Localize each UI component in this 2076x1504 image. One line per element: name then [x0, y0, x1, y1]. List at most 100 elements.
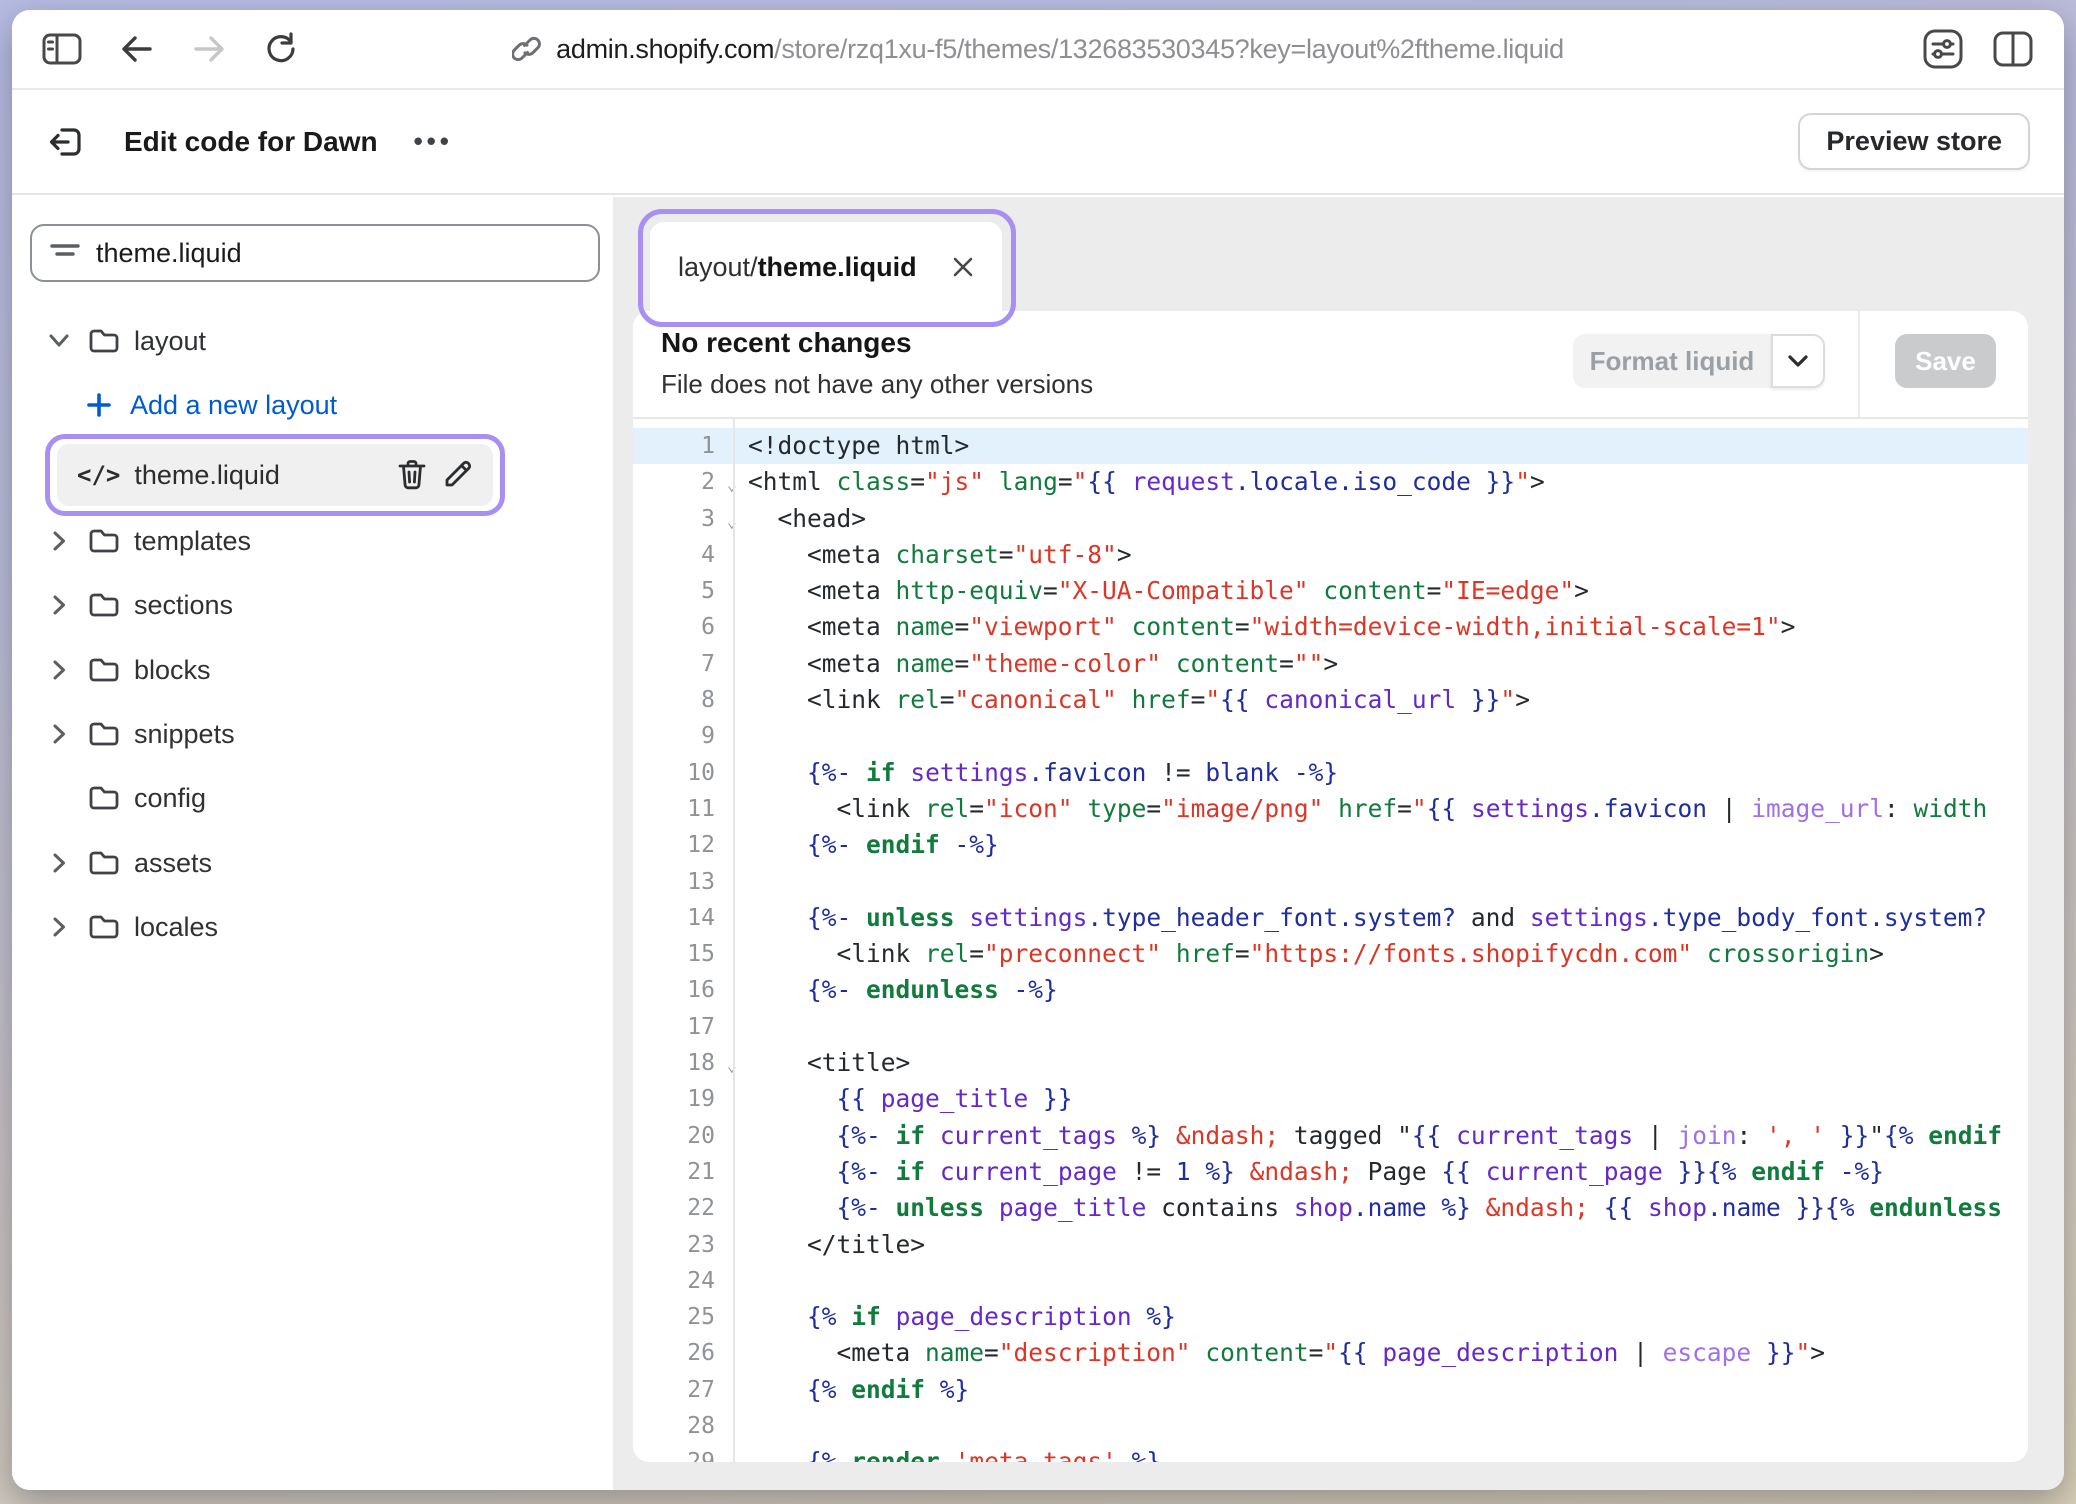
line-number: 13	[633, 864, 733, 900]
sidebar-item-assets[interactable]: assets	[12, 831, 601, 895]
sidebar-item-sections[interactable]: sections	[12, 573, 601, 637]
code-line-1[interactable]: 1<!doctype html>	[633, 428, 2028, 464]
code-text	[733, 1263, 2028, 1299]
delete-file-icon[interactable]	[397, 459, 427, 491]
add-new-layout-link[interactable]: Add a new layout	[12, 373, 601, 437]
code-line-8[interactable]: 8 <link rel="canonical" href="{{ canonic…	[633, 682, 2028, 718]
code-line-15[interactable]: 15 <link rel="preconnect" href="https://…	[633, 936, 2028, 972]
sidebar-item-blocks[interactable]: blocks	[12, 638, 601, 702]
fold-chevron-icon[interactable]: ⌄	[727, 467, 737, 503]
chevron-down-icon[interactable]	[44, 333, 74, 349]
chevron-right-icon[interactable]	[44, 851, 74, 875]
chevron-right-icon[interactable]	[44, 722, 74, 746]
forward-button-icon[interactable]	[192, 34, 226, 64]
code-editor[interactable]: 1<!doctype html>2⌄<html class="js" lang=…	[633, 419, 2028, 1462]
sidebar-item-theme-liquid[interactable]: </> theme.liquid	[57, 444, 493, 506]
chevron-right-icon[interactable]	[44, 658, 74, 682]
code-line-12[interactable]: 12 {%- endif -%}	[633, 827, 2028, 863]
app-header: Edit code for Dawn ••• Preview store	[12, 90, 2064, 195]
code-line-29[interactable]: 29 {% render 'meta-tags' %}	[633, 1444, 2028, 1462]
code-panel: No recent changes File does not have any…	[633, 311, 2028, 1462]
close-tab-icon[interactable]	[952, 256, 974, 278]
folder-icon	[88, 784, 120, 812]
save-button[interactable]: Save	[1895, 334, 1996, 388]
rename-file-icon[interactable]	[441, 459, 473, 491]
code-line-28[interactable]: 28	[633, 1408, 2028, 1444]
code-line-14[interactable]: 14 {%- unless settings.type_header_font.…	[633, 900, 2028, 936]
folder-icon	[88, 527, 120, 555]
file-search-value: theme.liquid	[96, 238, 242, 269]
line-number: 7	[633, 646, 733, 682]
line-number: 3⌄	[633, 501, 733, 537]
preview-store-button[interactable]: Preview store	[1798, 113, 2030, 170]
code-line-4[interactable]: 4 <meta charset="utf-8">	[633, 537, 2028, 573]
format-dropdown-button[interactable]	[1771, 334, 1825, 388]
line-number: 15	[633, 936, 733, 972]
code-text: <html class="js" lang="{{ request.locale…	[733, 464, 2028, 500]
code-line-26[interactable]: 26 <meta name="description" content="{{ …	[633, 1335, 2028, 1371]
code-text: <head>	[733, 501, 2028, 537]
line-number: 26	[633, 1335, 733, 1371]
exit-icon[interactable]	[46, 122, 86, 162]
code-line-19[interactable]: 19 {{ page_title }}	[633, 1081, 2028, 1117]
line-number: 24	[633, 1263, 733, 1299]
url-host: admin.shopify.com	[556, 34, 774, 64]
code-line-13[interactable]: 13	[633, 864, 2028, 900]
code-line-25[interactable]: 25 {% if page_description %}	[633, 1299, 2028, 1335]
line-number: 23	[633, 1227, 733, 1263]
code-line-18[interactable]: 18⌄ <title>	[633, 1045, 2028, 1081]
code-text: {% if page_description %}	[733, 1299, 2028, 1335]
address-bar[interactable]: admin.shopify.com/store/rzq1xu-f5/themes…	[462, 34, 1614, 65]
line-number: 1	[633, 428, 733, 464]
reload-button-icon[interactable]	[264, 32, 298, 66]
line-number: 10	[633, 755, 733, 791]
chevron-down-icon	[1787, 354, 1809, 368]
line-number: 2⌄	[633, 464, 733, 500]
code-line-16[interactable]: 16 {%- endunless -%}	[633, 972, 2028, 1008]
code-text: <meta name="theme-color" content="">	[733, 646, 2028, 682]
code-line-22[interactable]: 22 {%- unless page_title contains shop.n…	[633, 1190, 2028, 1226]
chevron-right-icon[interactable]	[44, 529, 74, 553]
code-text	[733, 864, 2028, 900]
sidebar-item-config[interactable]: config	[12, 766, 601, 830]
line-number: 9	[633, 718, 733, 754]
code-line-21[interactable]: 21 {%- if current_page != 1 %} &ndash; P…	[633, 1154, 2028, 1190]
more-actions-button[interactable]: •••	[414, 126, 453, 157]
fold-chevron-icon[interactable]: ⌄	[727, 504, 737, 540]
sidebar-item-templates[interactable]: templates	[12, 509, 601, 573]
filter-icon	[50, 241, 80, 265]
sidebar-item-snippets[interactable]: snippets	[12, 702, 601, 766]
page-settings-icon[interactable]	[1922, 28, 1964, 70]
code-line-20[interactable]: 20 {%- if current_tags %} &ndash; tagged…	[633, 1118, 2028, 1154]
file-search-input[interactable]: theme.liquid	[30, 224, 600, 282]
split-view-icon[interactable]	[1992, 30, 2034, 68]
sidebar-item-layout[interactable]: layout	[12, 309, 601, 373]
code-line-11[interactable]: 11 <link rel="icon" type="image/png" hre…	[633, 791, 2028, 827]
back-button-icon[interactable]	[120, 34, 154, 64]
format-liquid-button[interactable]: Format liquid	[1573, 334, 1825, 388]
tab-theme-liquid[interactable]: layout/theme.liquid	[650, 222, 1002, 312]
code-line-6[interactable]: 6 <meta name="viewport" content="width=d…	[633, 609, 2028, 645]
status-subtitle: File does not have any other versions	[661, 369, 1093, 400]
code-line-10[interactable]: 10 {%- if settings.favicon != blank -%}	[633, 755, 2028, 791]
code-line-7[interactable]: 7 <meta name="theme-color" content="">	[633, 646, 2028, 682]
code-line-17[interactable]: 17	[633, 1009, 2028, 1045]
code-line-9[interactable]: 9	[633, 718, 2028, 754]
plus-icon	[86, 392, 112, 418]
code-line-5[interactable]: 5 <meta http-equiv="X-UA-Compatible" con…	[633, 573, 2028, 609]
code-line-24[interactable]: 24	[633, 1263, 2028, 1299]
sidebar-item-locales[interactable]: locales	[12, 895, 601, 959]
code-line-27[interactable]: 27 {% endif %}	[633, 1372, 2028, 1408]
folder-icon	[88, 913, 120, 941]
code-line-2[interactable]: 2⌄<html class="js" lang="{{ request.loca…	[633, 464, 2028, 500]
code-line-3[interactable]: 3⌄ <head>	[633, 501, 2028, 537]
code-line-23[interactable]: 23 </title>	[633, 1227, 2028, 1263]
chevron-right-icon[interactable]	[44, 915, 74, 939]
folder-icon	[88, 327, 120, 355]
code-text: {%- if current_tags %} &ndash; tagged "{…	[733, 1118, 2028, 1154]
fold-chevron-icon[interactable]: ⌄	[727, 1048, 737, 1084]
code-text: </title>	[733, 1227, 2028, 1263]
chevron-right-icon[interactable]	[44, 593, 74, 617]
code-text: {{ page_title }}	[733, 1081, 2028, 1117]
sidebar-toggle-icon[interactable]	[42, 33, 82, 65]
